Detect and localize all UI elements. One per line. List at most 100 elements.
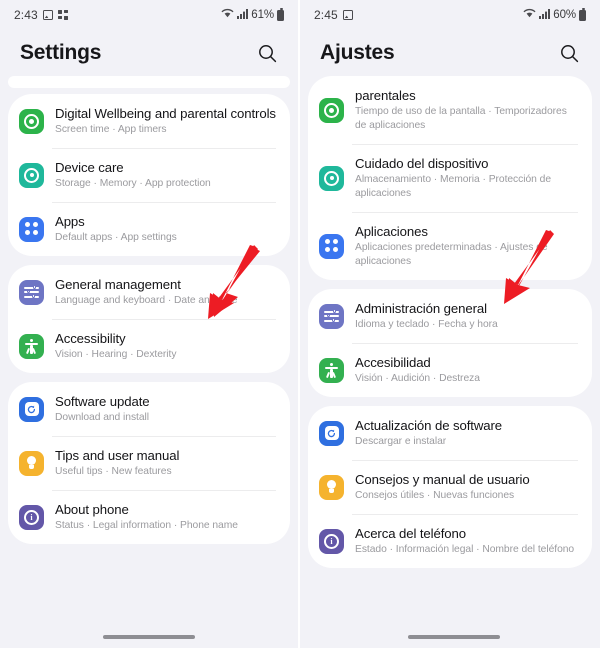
list-item-title: About phone (55, 502, 129, 517)
status-time: 2:43 (14, 8, 38, 22)
list-item-subtitle: Screen time · App timers (55, 124, 167, 135)
image-icon (342, 10, 353, 20)
list-item[interactable]: Apps Default apps · App settings (8, 202, 290, 256)
apps-icon (319, 233, 344, 259)
app-header: Ajustes (300, 30, 600, 76)
battery-percent: 60% (553, 9, 576, 21)
list-item-title: Digital Wellbeing and parental controls (55, 106, 276, 121)
list-item-title: Administración general (355, 301, 487, 316)
dual-screenshot-comparison: 2:43 61% Settings Digital Wellbeing and … (0, 0, 600, 648)
status-bar: 2:45 60% (300, 0, 600, 30)
software-update-icon (19, 396, 44, 422)
battery-percent: 61% (251, 9, 274, 21)
list-item-subtitle: Download and install (55, 412, 150, 423)
accessibility-icon (19, 333, 44, 359)
app-header: Settings (0, 30, 298, 76)
list-item-title: Tips and user manual (55, 448, 180, 463)
signal-icon (237, 8, 249, 22)
settings-group: General management Language and keyboard… (8, 265, 290, 373)
list-item-subtitle: Consejos útiles · Nuevas funciones (355, 490, 515, 501)
list-item[interactable]: Consejos y manual de usuario Consejos út… (308, 460, 592, 514)
page-title: Ajustes (320, 41, 395, 64)
list-item-subtitle: Storage · Memory · App protection (55, 178, 211, 189)
list-item[interactable]: Digital Wellbeing and parental controls … (8, 94, 290, 148)
status-bar: 2:43 61% (0, 0, 298, 30)
wifi-icon (523, 8, 536, 22)
list-item-subtitle: Estado · Información legal · Nombre del … (355, 544, 575, 555)
list-item-administracion-general[interactable]: Administración general Idioma y teclado … (308, 289, 592, 343)
list-item[interactable]: Software update Download and install (8, 382, 290, 436)
search-icon[interactable] (556, 40, 582, 66)
info-icon: i (19, 504, 44, 530)
wellbeing-icon (319, 97, 344, 123)
list-item-subtitle: Language and keyboard · Date and time (55, 295, 238, 306)
list-item-title: Apps (55, 214, 85, 229)
battery-icon (277, 7, 284, 21)
list-item-subtitle: Default apps · App settings (55, 232, 177, 243)
list-item-title: Software update (55, 394, 150, 409)
list-item-subtitle: Useful tips · New features (55, 466, 172, 477)
list-item-general-management[interactable]: General management Language and keyboard… (8, 265, 290, 319)
list-item[interactable]: Accessibility Vision · Hearing · Dexteri… (8, 319, 290, 373)
wellbeing-icon (19, 108, 44, 134)
bulb-icon (319, 474, 344, 500)
list-item[interactable]: Cuidado del dispositivo Almacenamiento ·… (308, 144, 592, 212)
system-nav-bar (0, 626, 298, 648)
settings-group: Software update Download and install Tip… (8, 382, 290, 544)
phone-screen-english: 2:43 61% Settings Digital Wellbeing and … (0, 0, 298, 648)
list-item[interactable]: Accesibilidad Visión · Audición · Destre… (308, 343, 592, 397)
list-item-subtitle: Almacenamiento · Memoria · Protección de… (355, 174, 552, 199)
settings-group: parentales Tiempo de uso de la pantalla … (308, 76, 592, 280)
device-care-icon (319, 165, 344, 191)
home-handle[interactable] (103, 635, 195, 639)
battery-icon (579, 7, 586, 21)
list-item-subtitle: Visión · Audición · Destreza (355, 373, 480, 384)
apps-icon (19, 216, 44, 242)
list-item[interactable]: i Acerca del teléfono Estado · Informaci… (308, 514, 592, 568)
list-item[interactable]: Actualización de software Descargar e in… (308, 406, 592, 460)
sliders-icon (19, 279, 44, 305)
list-item[interactable]: Device care Storage · Memory · App prote… (8, 148, 290, 202)
list-item[interactable]: Aplicaciones Aplicaciones predeterminada… (308, 212, 592, 280)
list-item-title: Accesibilidad (355, 355, 431, 370)
list-item-title: Device care (55, 160, 124, 175)
list-item-title: parentales (355, 88, 416, 103)
system-nav-bar (300, 626, 600, 648)
list-item-title: Accessibility (55, 331, 126, 346)
list-item-title: Consejos y manual de usuario (355, 472, 530, 487)
list-item-subtitle: Idioma y teclado · Fecha y hora (355, 319, 498, 330)
settings-group: Actualización de software Descargar e in… (308, 406, 592, 568)
list-item-title: General management (55, 277, 181, 292)
bulb-icon (19, 450, 44, 476)
list-item-subtitle: Aplicaciones predeterminadas · Ajustes d… (355, 242, 548, 267)
software-update-icon (319, 420, 344, 446)
list-item[interactable]: i About phone Status · Legal information… (8, 490, 290, 544)
settings-list[interactable]: parentales Tiempo de uso de la pantalla … (300, 76, 600, 568)
list-item-subtitle: Descargar e instalar (355, 436, 447, 447)
list-item-title: Actualización de software (355, 418, 503, 433)
settings-group: Digital Wellbeing and parental controls … (8, 94, 290, 256)
list-item[interactable]: Tips and user manual Useful tips · New f… (8, 436, 290, 490)
search-icon[interactable] (254, 40, 280, 66)
signal-icon (539, 8, 551, 22)
device-care-icon (19, 162, 44, 188)
list-item-subtitle: Tiempo de uso de la pantalla · Temporiza… (355, 106, 567, 131)
status-time: 2:45 (314, 8, 338, 22)
image-icon (42, 10, 53, 20)
home-handle[interactable] (408, 635, 500, 639)
list-item[interactable]: parentales Tiempo de uso de la pantalla … (308, 76, 592, 144)
list-item-title: Acerca del teléfono (355, 526, 466, 541)
phone-screen-spanish: 2:45 60% Ajustes parentales Tiempo de us… (298, 0, 600, 648)
info-icon: i (319, 528, 344, 554)
wifi-icon (221, 8, 234, 22)
settings-group: Administración general Idioma y teclado … (308, 289, 592, 397)
list-item-title: Cuidado del dispositivo (355, 156, 489, 171)
list-item-subtitle: Status · Legal information · Phone name (55, 520, 238, 531)
partial-card-above (8, 76, 290, 88)
sliders-icon (319, 303, 344, 329)
accessibility-icon (319, 357, 344, 383)
dots-grid-icon (57, 10, 68, 20)
list-item-title: Aplicaciones (355, 224, 428, 239)
settings-list[interactable]: Digital Wellbeing and parental controls … (0, 76, 298, 544)
page-title: Settings (20, 41, 102, 64)
